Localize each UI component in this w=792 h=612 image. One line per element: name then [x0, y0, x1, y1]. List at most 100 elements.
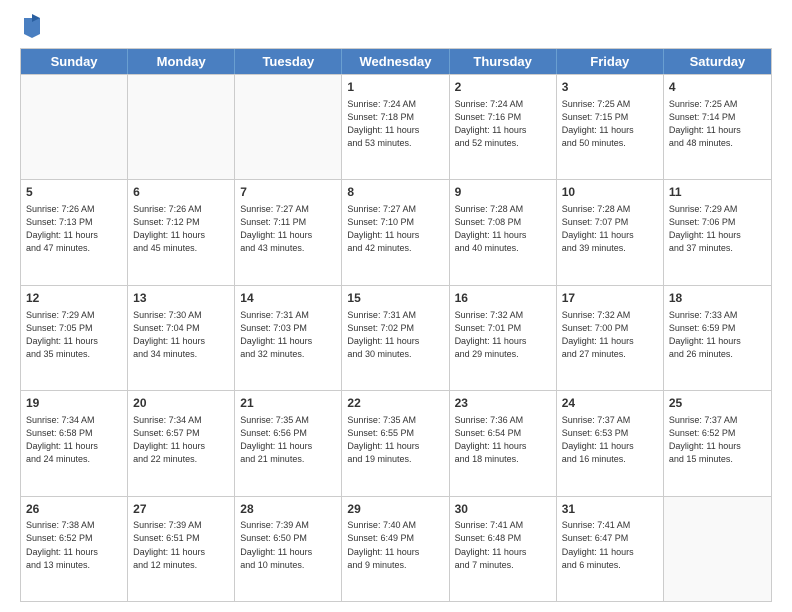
day-info: Sunrise: 7:30 AM Sunset: 7:04 PM Dayligh… — [133, 309, 229, 361]
day-info: Sunrise: 7:26 AM Sunset: 7:13 PM Dayligh… — [26, 203, 122, 255]
day-cell-23: 23Sunrise: 7:36 AM Sunset: 6:54 PM Dayli… — [450, 391, 557, 495]
weekday-header-friday: Friday — [557, 49, 664, 74]
day-cell-21: 21 Sunrise: 7:35 AM Sunset: 6:56 PM Dayli… — [235, 391, 342, 495]
day-cell-7: 7Sunrise: 7:27 AM Sunset: 7:11 PM Daylig… — [235, 180, 342, 284]
day-cell-27: 27Sunrise: 7:39 AM Sunset: 6:51 PM Dayli… — [128, 497, 235, 601]
calendar-header-row: SundayMondayTuesdayWednesdayThursdayFrid… — [21, 49, 771, 74]
day-info: Sunrise: 7:32 AM Sunset: 7:01 PM Dayligh… — [455, 309, 551, 361]
weekday-header-sunday: Sunday — [21, 49, 128, 74]
day-cell-15: 15 Sunrise: 7:31 AM Sunset: 7:02 PM Dayli… — [342, 286, 449, 390]
day-info: Sunrise: 7:40 AM Sunset: 6:49 PM Dayligh… — [347, 519, 443, 571]
day-number: 22 — [347, 395, 443, 412]
day-cell-11: 11 Sunrise: 7:29 AM Sunset: 7:06 PM Dayli… — [664, 180, 771, 284]
day-cell-4: 4 Sunrise: 7:25 AM Sunset: 7:14 PM Daylig… — [664, 75, 771, 179]
day-number: 10 — [562, 184, 658, 201]
day-cell-22: 22 Sunrise: 7:35 AM Sunset: 6:55 PM Dayli… — [342, 391, 449, 495]
day-number: 26 — [26, 501, 122, 518]
day-number: 4 — [669, 79, 766, 96]
day-number: 27 — [133, 501, 229, 518]
logo-icon — [22, 14, 42, 38]
day-info: Sunrise: 7:31 AM Sunset: 7:02 PM Dayligh… — [347, 309, 443, 361]
day-number: 7 — [240, 184, 336, 201]
empty-cell-0-0 — [21, 75, 128, 179]
day-info: Sunrise: 7:35 AM Sunset: 6:56 PM Dayligh… — [240, 414, 336, 466]
day-info: Sunrise: 7:29 AM Sunset: 7:06 PM Dayligh… — [669, 203, 766, 255]
day-info: Sunrise: 7:37 AM Sunset: 6:53 PM Dayligh… — [562, 414, 658, 466]
header — [20, 16, 772, 38]
day-info: Sunrise: 7:34 AM Sunset: 6:57 PM Dayligh… — [133, 414, 229, 466]
day-number: 15 — [347, 290, 443, 307]
day-cell-17: 17Sunrise: 7:32 AM Sunset: 7:00 PM Dayli… — [557, 286, 664, 390]
day-info: Sunrise: 7:26 AM Sunset: 7:12 PM Dayligh… — [133, 203, 229, 255]
day-cell-19: 19 Sunrise: 7:34 AM Sunset: 6:58 PM Dayli… — [21, 391, 128, 495]
calendar-row-3: 19 Sunrise: 7:34 AM Sunset: 6:58 PM Dayli… — [21, 390, 771, 495]
day-number: 3 — [562, 79, 658, 96]
day-number: 11 — [669, 184, 766, 201]
day-info: Sunrise: 7:38 AM Sunset: 6:52 PM Dayligh… — [26, 519, 122, 571]
day-number: 2 — [455, 79, 551, 96]
day-number: 1 — [347, 79, 443, 96]
day-cell-16: 16 Sunrise: 7:32 AM Sunset: 7:01 PM Dayli… — [450, 286, 557, 390]
day-info: Sunrise: 7:34 AM Sunset: 6:58 PM Dayligh… — [26, 414, 122, 466]
day-info: Sunrise: 7:41 AM Sunset: 6:47 PM Dayligh… — [562, 519, 658, 571]
day-info: Sunrise: 7:28 AM Sunset: 7:07 PM Dayligh… — [562, 203, 658, 255]
weekday-header-saturday: Saturday — [664, 49, 771, 74]
day-number: 13 — [133, 290, 229, 307]
day-info: Sunrise: 7:41 AM Sunset: 6:48 PM Dayligh… — [455, 519, 551, 571]
calendar-row-4: 26Sunrise: 7:38 AM Sunset: 6:52 PM Dayli… — [21, 496, 771, 601]
page: SundayMondayTuesdayWednesdayThursdayFrid… — [0, 0, 792, 612]
empty-cell-4-6 — [664, 497, 771, 601]
day-cell-26: 26Sunrise: 7:38 AM Sunset: 6:52 PM Dayli… — [21, 497, 128, 601]
day-number: 6 — [133, 184, 229, 201]
day-info: Sunrise: 7:33 AM Sunset: 6:59 PM Dayligh… — [669, 309, 766, 361]
day-cell-5: 5 Sunrise: 7:26 AM Sunset: 7:13 PM Daylig… — [21, 180, 128, 284]
day-info: Sunrise: 7:25 AM Sunset: 7:14 PM Dayligh… — [669, 98, 766, 150]
day-cell-24: 24Sunrise: 7:37 AM Sunset: 6:53 PM Dayli… — [557, 391, 664, 495]
day-number: 20 — [133, 395, 229, 412]
logo — [20, 16, 42, 38]
day-info: Sunrise: 7:24 AM Sunset: 7:18 PM Dayligh… — [347, 98, 443, 150]
weekday-header-thursday: Thursday — [450, 49, 557, 74]
day-cell-9: 9 Sunrise: 7:28 AM Sunset: 7:08 PM Daylig… — [450, 180, 557, 284]
day-cell-31: 31Sunrise: 7:41 AM Sunset: 6:47 PM Dayli… — [557, 497, 664, 601]
day-cell-1: 1 Sunrise: 7:24 AM Sunset: 7:18 PM Daylig… — [342, 75, 449, 179]
day-number: 23 — [455, 395, 551, 412]
day-cell-30: 30Sunrise: 7:41 AM Sunset: 6:48 PM Dayli… — [450, 497, 557, 601]
day-number: 12 — [26, 290, 122, 307]
day-cell-13: 13 Sunrise: 7:30 AM Sunset: 7:04 PM Dayli… — [128, 286, 235, 390]
day-cell-6: 6 Sunrise: 7:26 AM Sunset: 7:12 PM Daylig… — [128, 180, 235, 284]
calendar-body: 1 Sunrise: 7:24 AM Sunset: 7:18 PM Daylig… — [21, 74, 771, 601]
day-cell-3: 3 Sunrise: 7:25 AM Sunset: 7:15 PM Daylig… — [557, 75, 664, 179]
day-number: 16 — [455, 290, 551, 307]
day-info: Sunrise: 7:28 AM Sunset: 7:08 PM Dayligh… — [455, 203, 551, 255]
day-info: Sunrise: 7:39 AM Sunset: 6:51 PM Dayligh… — [133, 519, 229, 571]
calendar-row-2: 12 Sunrise: 7:29 AM Sunset: 7:05 PM Dayli… — [21, 285, 771, 390]
empty-cell-0-2 — [235, 75, 342, 179]
day-info: Sunrise: 7:35 AM Sunset: 6:55 PM Dayligh… — [347, 414, 443, 466]
calendar-row-0: 1 Sunrise: 7:24 AM Sunset: 7:18 PM Daylig… — [21, 74, 771, 179]
weekday-header-wednesday: Wednesday — [342, 49, 449, 74]
day-info: Sunrise: 7:37 AM Sunset: 6:52 PM Dayligh… — [669, 414, 766, 466]
day-info: Sunrise: 7:32 AM Sunset: 7:00 PM Dayligh… — [562, 309, 658, 361]
day-number: 19 — [26, 395, 122, 412]
day-number: 14 — [240, 290, 336, 307]
day-number: 9 — [455, 184, 551, 201]
day-number: 29 — [347, 501, 443, 518]
day-number: 5 — [26, 184, 122, 201]
weekday-header-monday: Monday — [128, 49, 235, 74]
day-cell-12: 12 Sunrise: 7:29 AM Sunset: 7:05 PM Dayli… — [21, 286, 128, 390]
day-cell-29: 29Sunrise: 7:40 AM Sunset: 6:49 PM Dayli… — [342, 497, 449, 601]
day-info: Sunrise: 7:29 AM Sunset: 7:05 PM Dayligh… — [26, 309, 122, 361]
calendar: SundayMondayTuesdayWednesdayThursdayFrid… — [20, 48, 772, 602]
day-info: Sunrise: 7:25 AM Sunset: 7:15 PM Dayligh… — [562, 98, 658, 150]
day-info: Sunrise: 7:39 AM Sunset: 6:50 PM Dayligh… — [240, 519, 336, 571]
day-number: 28 — [240, 501, 336, 518]
calendar-row-1: 5 Sunrise: 7:26 AM Sunset: 7:13 PM Daylig… — [21, 179, 771, 284]
day-number: 21 — [240, 395, 336, 412]
day-number: 31 — [562, 501, 658, 518]
day-cell-20: 20 Sunrise: 7:34 AM Sunset: 6:57 PM Dayli… — [128, 391, 235, 495]
day-number: 18 — [669, 290, 766, 307]
day-cell-10: 10 Sunrise: 7:28 AM Sunset: 7:07 PM Dayli… — [557, 180, 664, 284]
day-info: Sunrise: 7:27 AM Sunset: 7:10 PM Dayligh… — [347, 203, 443, 255]
day-cell-18: 18 Sunrise: 7:33 AM Sunset: 6:59 PM Dayli… — [664, 286, 771, 390]
